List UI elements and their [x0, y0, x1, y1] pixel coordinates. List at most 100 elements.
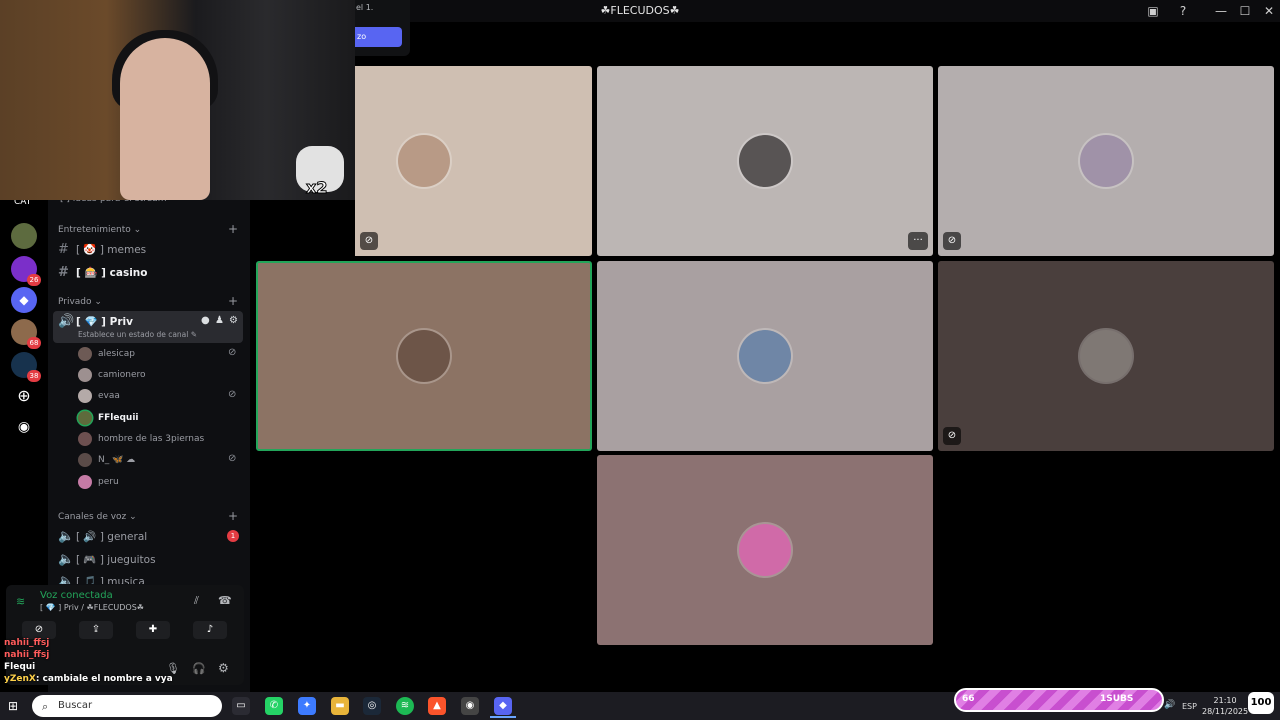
- unread-badge: 1: [227, 530, 239, 542]
- category-privado[interactable]: Privado ⌄: [58, 297, 102, 307]
- channel-status[interactable]: Establece un estado de canal ✎: [78, 330, 197, 339]
- muted-mic-icon: ⊘: [943, 232, 961, 250]
- server-icon[interactable]: [11, 223, 37, 249]
- muted-mic-icon: ⊘: [360, 232, 378, 250]
- invite-icon[interactable]: ♟: [215, 315, 224, 326]
- avatar: [739, 135, 791, 187]
- help-icon[interactable]: ?: [1175, 3, 1191, 19]
- voice-user[interactable]: hombre de las 3piernas: [78, 432, 204, 446]
- obs-icon[interactable]: ◉: [461, 697, 479, 715]
- stream-chat-overlay: nahii_ffsj nahii_ffsj Flequi yZenX: camb…: [4, 638, 173, 686]
- taskbar-search[interactable]: Buscar: [32, 695, 222, 717]
- server-icon[interactable]: 38: [11, 352, 41, 382]
- battery-widget: 100: [1248, 692, 1274, 714]
- avatar: [1080, 135, 1132, 187]
- category-voz[interactable]: Canales de voz ⌄: [58, 512, 137, 522]
- discord-icon[interactable]: ◆: [11, 287, 37, 313]
- screen-share-button[interactable]: ⇪: [79, 621, 113, 639]
- more-options-icon[interactable]: ···: [908, 232, 928, 250]
- discord-icon[interactable]: ◆: [494, 697, 512, 715]
- server-icon[interactable]: 68: [11, 319, 41, 349]
- volume-icon[interactable]: 🔊: [1164, 700, 1175, 710]
- maximize-button[interactable]: ☐: [1237, 3, 1253, 19]
- channel-jueguitos[interactable]: 🔈[ 🎮 ] jueguitos: [58, 552, 156, 567]
- voice-user[interactable]: camionero: [78, 368, 146, 382]
- speaker-icon: 🔊: [58, 314, 75, 329]
- channel-general[interactable]: 🔈[ 🔊 ] general: [58, 529, 147, 544]
- participant-tile[interactable]: [597, 261, 933, 451]
- screen-share-icon[interactable]: ▣: [1145, 3, 1161, 19]
- participant-tile[interactable]: ···: [597, 66, 933, 256]
- channel-memes[interactable]: #[ 🤡 ] memes: [58, 242, 146, 257]
- muted-mic-icon: ⊘: [228, 389, 237, 400]
- add-channel-icon[interactable]: +: [228, 222, 238, 236]
- add-server-icon[interactable]: ⊕: [11, 383, 37, 409]
- muted-mic-icon: ⊘: [228, 453, 237, 464]
- mention-badge: 38: [27, 370, 41, 382]
- noise-suppression-icon[interactable]: ⫽: [194, 594, 199, 608]
- brave-icon[interactable]: ▲: [428, 697, 446, 715]
- speaker-icon: 🔈: [58, 574, 75, 584]
- active-app-indicator: [490, 716, 516, 718]
- minimize-button[interactable]: —: [1213, 3, 1229, 19]
- voice-connected-channel[interactable]: [ 💎 ] Priv / ☘FLECUDOS☘: [40, 603, 144, 612]
- steam-icon[interactable]: ◎: [363, 697, 381, 715]
- avatar: [398, 330, 450, 382]
- add-channel-icon[interactable]: +: [228, 294, 238, 308]
- participant-tile[interactable]: [597, 455, 933, 645]
- voice-user[interactable]: alesicap: [78, 347, 135, 361]
- widget-label: 1SUBS: [1100, 694, 1134, 704]
- soundboard-button[interactable]: ♪: [193, 621, 227, 639]
- activities-button[interactable]: ✚: [136, 621, 170, 639]
- voice-user[interactable]: evaa: [78, 389, 120, 403]
- mention-badge: 68: [27, 337, 41, 349]
- avatar: [739, 524, 791, 576]
- channel-musica[interactable]: 🔈[ 🎵 ] musica: [58, 574, 145, 584]
- avatar: [78, 475, 92, 489]
- voice-user[interactable]: N_ 🦋 ☁: [78, 453, 135, 467]
- signal-icon[interactable]: ≋: [16, 595, 25, 608]
- language-indicator[interactable]: ESP: [1182, 702, 1197, 711]
- gear-icon[interactable]: ⚙: [229, 315, 238, 326]
- avatar: [398, 135, 450, 187]
- webcam-overlay: x2: [0, 0, 355, 200]
- participant-tile-speaking[interactable]: [256, 261, 592, 451]
- windows-start-icon[interactable]: ⊞: [8, 699, 18, 713]
- add-channel-icon[interactable]: +: [228, 509, 238, 523]
- participant-tile[interactable]: ⊘: [938, 66, 1274, 256]
- hash-icon: #: [58, 265, 69, 280]
- widget-count: 66: [962, 694, 975, 704]
- avatar: [78, 389, 92, 403]
- file-explorer-icon[interactable]: ▬: [331, 697, 349, 715]
- avatar: [739, 330, 791, 382]
- chat-line: Flequi: [4, 662, 36, 672]
- avatar: [78, 368, 92, 382]
- spotify-icon[interactable]: ≋: [396, 697, 414, 715]
- hash-icon: #: [58, 242, 69, 257]
- camera-off-button[interactable]: ⊘: [22, 621, 56, 639]
- avatar: [78, 411, 92, 425]
- voice-connected-title: Voz conectada: [40, 590, 113, 601]
- chat-line: nahii_ffsj: [4, 638, 50, 648]
- channel-casino[interactable]: #[ 🎰 ] casino: [58, 265, 148, 280]
- muted-mic-icon: ⊘: [228, 347, 237, 358]
- popup-button[interactable]: zo: [355, 27, 402, 47]
- voice-user[interactable]: FFlequii: [78, 411, 139, 425]
- speaker-icon: 🔈: [58, 552, 75, 567]
- server-icon[interactable]: 26: [11, 256, 41, 286]
- disconnect-icon[interactable]: ☎: [218, 594, 232, 607]
- mention-badge: 26: [27, 274, 41, 286]
- chat-icon[interactable]: ●: [201, 315, 210, 326]
- voice-user[interactable]: peru: [78, 475, 119, 489]
- gear-icon[interactable]: ⚙: [218, 661, 229, 675]
- channel-priv[interactable]: 🔊[ 💎 ] Priv: [58, 314, 133, 329]
- participant-tile[interactable]: ⊘: [938, 261, 1274, 451]
- category-entretenimiento[interactable]: Entretenimiento ⌄: [58, 225, 141, 235]
- task-view-icon[interactable]: ▭: [232, 697, 250, 715]
- close-button[interactable]: ✕: [1261, 3, 1277, 19]
- clock[interactable]: 21:10 28/11/2025: [1202, 695, 1248, 717]
- explore-icon[interactable]: ◉: [11, 414, 37, 440]
- copilot-icon[interactable]: ✦: [298, 697, 316, 715]
- headphones-icon[interactable]: 🎧: [192, 662, 206, 675]
- whatsapp-icon[interactable]: ✆: [265, 697, 283, 715]
